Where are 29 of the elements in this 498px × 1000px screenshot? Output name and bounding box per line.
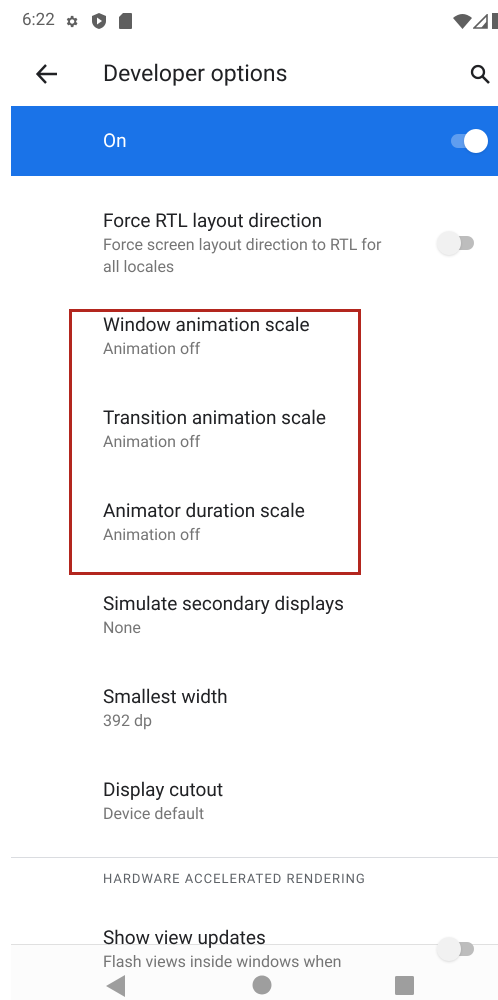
setting-summary: Flash views inside windows when [103,950,343,972]
battery-icon [492,13,498,29]
setting-title[interactable]: Show view updates [103,924,395,950]
home-icon[interactable] [252,975,272,995]
wifi-icon [453,14,472,28]
setting-summary: Device default [103,802,206,824]
shield-icon [92,13,106,29]
setting-summary: 392 dp [103,710,153,732]
section-header: HARDWARE ACCELERATED RENDERING [103,871,366,890]
search-icon[interactable] [470,64,490,84]
setting-title[interactable]: Transition animation scale [103,404,403,430]
master-switch-label: On [103,128,127,154]
setting-summary: Animation off [103,338,202,360]
setting-title[interactable]: Smallest width [103,684,403,710]
setting-title[interactable]: Window animation scale [103,312,403,338]
setting-title[interactable]: Display cutout [103,776,403,802]
status-time: 6:22 [22,9,55,32]
setting-summary: Animation off [103,430,202,452]
sd-card-icon [118,13,132,29]
signal-icon [473,14,488,28]
page-title: Developer options [103,58,288,89]
back-icon[interactable] [106,975,126,997]
setting-summary: Animation off [103,524,202,546]
setting-title[interactable]: Simulate secondary displays [103,590,403,616]
setting-summary: None [103,616,142,638]
setting-summary: Force screen layout direction to RTL for all locales [103,234,382,278]
setting-title[interactable]: Force RTL layout direction [103,208,395,234]
back-arrow-icon[interactable] [36,64,58,84]
setting-title[interactable]: Animator duration scale [103,498,403,524]
